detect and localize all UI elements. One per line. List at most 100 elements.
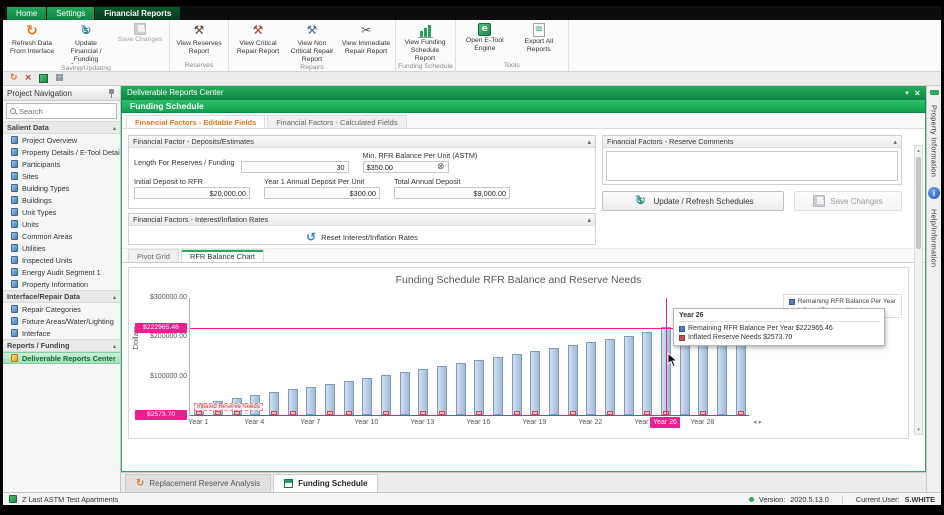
- comments-panel-header[interactable]: Financial Factors - Reserve Comments: [603, 136, 901, 148]
- chart-bar-year-19[interactable]: [530, 351, 540, 415]
- chart-bar-year-7[interactable]: [306, 387, 316, 416]
- tab-help-information[interactable]: Help/Information: [930, 209, 939, 267]
- export-all-reports-label: Export All Reports: [514, 38, 564, 54]
- clear-icon[interactable]: [437, 162, 445, 172]
- chart-bar-year-18[interactable]: [512, 354, 522, 415]
- grid-icon[interactable]: [55, 74, 64, 83]
- sidebar-item-participants[interactable]: Participants: [3, 158, 120, 170]
- refresh-icon[interactable]: [10, 74, 18, 83]
- year1-deposit-input[interactable]: $300.00: [264, 187, 380, 199]
- sidebar-item-deliverable-reports-center[interactable]: Deliverable Reports Center: [3, 352, 120, 364]
- tab-replacement-reserve-analysis[interactable]: Replacement Reserve Analysis: [125, 474, 271, 492]
- tab-editable-fields[interactable]: Financial Factors - Editable Fields: [126, 115, 265, 128]
- save-changes-button[interactable]: Save Changes: [794, 191, 902, 211]
- tab-pivot-grid[interactable]: Pivot Grid: [128, 249, 179, 262]
- scroll-down-icon[interactable]: [915, 425, 922, 434]
- etool-icon[interactable]: [39, 74, 48, 83]
- sidebar-item-repair-categories[interactable]: Repair Categories: [3, 303, 120, 315]
- chart-bar-year-15[interactable]: [456, 363, 466, 415]
- view-critical-repair-report-button[interactable]: View Critical Repair Report: [231, 21, 285, 63]
- deposits-panel-header[interactable]: Financial Factor - Deposits/Estimates: [129, 136, 595, 148]
- search-input[interactable]: [19, 107, 113, 116]
- collapse-arrow-icon[interactable]: [893, 137, 897, 146]
- chart-bar-year-23[interactable]: [605, 339, 615, 415]
- refresh-data-from-interface-button[interactable]: Refresh Data From Interface: [5, 21, 59, 64]
- reset-interest-button[interactable]: Reset Interest/Inflation Rates: [298, 229, 426, 245]
- sidebar-item-energy-audit-segment-1[interactable]: Energy Audit Segment 1: [3, 266, 120, 278]
- min-rfr-input[interactable]: $350.00: [363, 161, 449, 173]
- scroll-right-icon[interactable]: [759, 418, 763, 426]
- initial-deposit-input[interactable]: $20,000.00: [134, 187, 250, 199]
- ribbon-tab-home[interactable]: Home: [7, 7, 46, 20]
- sidebar-item-fixture-areas-water-lighting[interactable]: Fixture Areas/Water/Lighting: [3, 315, 120, 327]
- reserve-comments-input[interactable]: [606, 151, 898, 181]
- chevron-down-icon[interactable]: [905, 88, 909, 97]
- scrollbar-thumb[interactable]: [916, 157, 921, 249]
- collapse-arrow-icon[interactable]: [587, 137, 591, 146]
- sidebar-item-property-information[interactable]: Property Information: [3, 278, 120, 290]
- length-reserves-input[interactable]: 30: [241, 161, 349, 173]
- view-immediate-repair-report-button[interactable]: View Immediate Repair Report: [339, 21, 393, 63]
- sidebar-item-building-types[interactable]: Building Types: [3, 182, 120, 194]
- sidebar-item-interface[interactable]: Interface: [3, 327, 120, 339]
- tab-funding-schedule[interactable]: Funding Schedule: [273, 474, 378, 492]
- view-reserves-report-button[interactable]: View Reserves Report: [172, 21, 226, 61]
- chart-bar-year-14[interactable]: [437, 366, 447, 415]
- save-changes-button[interactable]: Save Changes: [113, 21, 167, 64]
- update-financial-funding-schedules-label: Update Financial / Funding Schedules: [61, 40, 111, 64]
- chart-scroll-arrows[interactable]: [753, 418, 762, 426]
- interest-panel-header[interactable]: Financial Factors - Interest/Inflation R…: [129, 214, 595, 226]
- close-icon[interactable]: [915, 88, 920, 98]
- section-interface-repair-data[interactable]: Interface/Repair Data: [3, 290, 120, 303]
- help-info-icon[interactable]: [928, 187, 940, 199]
- chart-bar-year-17[interactable]: [493, 357, 503, 415]
- funding-chart-icon: [418, 23, 433, 38]
- chart-bar-year-22[interactable]: [586, 342, 596, 415]
- item-icon: [11, 305, 18, 313]
- sidebar-item-label: Property Details / E-Tool Details: [22, 148, 120, 157]
- chart-bar-year-21[interactable]: [568, 345, 578, 415]
- view-funding-schedule-report-label: View Funding Schedule Report: [400, 39, 450, 62]
- tab-rfr-balance-chart[interactable]: RFR Balance Chart: [181, 249, 264, 262]
- collapse-arrow-icon[interactable]: [587, 215, 591, 224]
- open-e-tool-engine-button[interactable]: Open E-Tool Engine: [458, 21, 512, 61]
- sidebar-item-buildings[interactable]: Buildings: [3, 194, 120, 206]
- main-area: Deliverable Reports Center Funding Sched…: [121, 86, 926, 492]
- scroll-left-icon[interactable]: [753, 418, 757, 426]
- chart-bar-year-11[interactable]: [381, 375, 391, 415]
- chart-bar-year-20[interactable]: [549, 348, 559, 415]
- sidebar-item-units[interactable]: Units: [3, 218, 120, 230]
- chart-bar-year-25[interactable]: [642, 332, 652, 415]
- chart-bar-year-24[interactable]: [624, 336, 634, 415]
- update-refresh-button[interactable]: Update / Refresh Schedules: [602, 191, 784, 211]
- tooltip-swatch-icon: [679, 326, 685, 332]
- scroll-up-icon[interactable]: [915, 146, 922, 155]
- section-reports-funding[interactable]: Reports / Funding: [3, 339, 120, 352]
- ribbon-tab-financial-reports[interactable]: Financial Reports: [95, 7, 180, 20]
- chart-bar-year-10[interactable]: [362, 378, 372, 415]
- view-non-critical-repair-report-button[interactable]: View Non Critical Repair Report: [285, 21, 339, 63]
- chart-bar-year-13[interactable]: [418, 369, 428, 415]
- sidebar-item-sites[interactable]: Sites: [3, 170, 120, 182]
- document-tab-title[interactable]: Deliverable Reports Center: [127, 88, 224, 97]
- chart-bar-year-12[interactable]: [400, 372, 410, 415]
- chart-bar-year-16[interactable]: [474, 360, 484, 415]
- section-salient-data[interactable]: Salient Data: [3, 121, 120, 134]
- pin-icon[interactable]: [108, 88, 116, 98]
- ribbon-tab-settings[interactable]: Settings: [47, 7, 94, 20]
- sidebar-item-inspected-units[interactable]: Inspected Units: [3, 254, 120, 266]
- vertical-scrollbar[interactable]: [914, 145, 923, 435]
- total-deposit-input[interactable]: $9,000.00: [394, 187, 510, 199]
- sidebar-item-unit-types[interactable]: Unit Types: [3, 206, 120, 218]
- sidebar-item-project-overview[interactable]: Project Overview: [3, 134, 120, 146]
- sidebar-item-common-areas[interactable]: Common Areas: [3, 230, 120, 242]
- update-financial-funding-schedules-button[interactable]: Update Financial / Funding Schedules: [59, 21, 113, 64]
- sidebar-item-property-details-e-tool-details[interactable]: Property Details / E-Tool Details: [3, 146, 120, 158]
- chart-bar-year-9[interactable]: [344, 381, 354, 415]
- tab-property-information[interactable]: Property Information: [930, 105, 939, 177]
- view-funding-schedule-report-button[interactable]: View Funding Schedule Report: [398, 21, 452, 62]
- export-all-reports-button[interactable]: Export All Reports: [512, 21, 566, 61]
- tab-calculated-fields[interactable]: Financial Factors - Calculated Fields: [267, 115, 406, 128]
- close-icon[interactable]: [25, 74, 33, 83]
- sidebar-item-utilities[interactable]: Utilities: [3, 242, 120, 254]
